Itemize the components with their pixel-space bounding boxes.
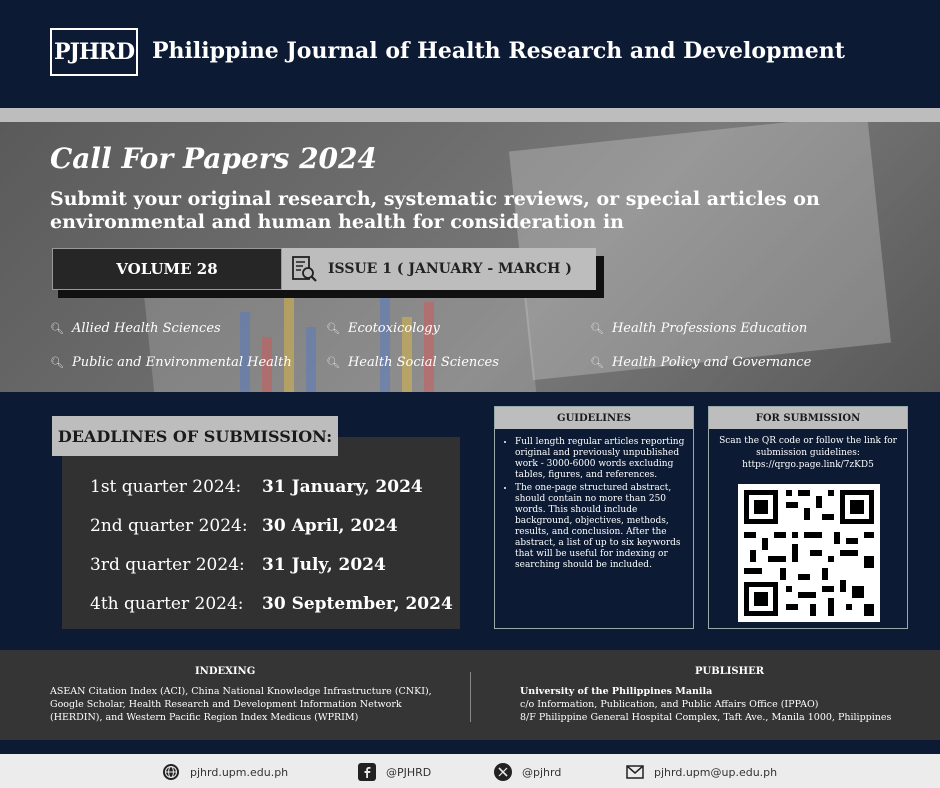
facebook-text: @PJHRD bbox=[386, 765, 432, 779]
x-twitter-icon bbox=[494, 763, 512, 781]
guideline-item: Full length regular articles reporting o… bbox=[515, 437, 685, 481]
issue-text: ISSUE 1 ( JANUARY - MARCH ) bbox=[328, 261, 572, 277]
deadline-quarter: 4th quarter 2024: bbox=[90, 594, 244, 614]
topic-item: 🔍︎ Allied Health Sciences bbox=[50, 321, 221, 336]
issue-label: ISSUE 1 ( JANUARY - MARCH ) bbox=[282, 248, 596, 290]
submission-heading: FOR SUBMISSION bbox=[709, 407, 907, 429]
contact-bar: pjhrd.upm.edu.ph @PJHRD @pjhrd pjhrd.upm… bbox=[0, 754, 940, 788]
qr-code[interactable] bbox=[738, 484, 880, 622]
twitter-text: @pjhrd bbox=[522, 765, 562, 779]
journal-logo: PJHRD bbox=[50, 28, 138, 76]
website-contact[interactable]: pjhrd.upm.edu.ph bbox=[162, 763, 288, 781]
facebook-icon bbox=[358, 763, 376, 781]
magnifier-icon: 🔍︎ bbox=[50, 356, 64, 369]
journal-title: Philippine Journal of Health Research an… bbox=[152, 38, 845, 64]
deadline-date: 30 April, 2024 bbox=[262, 516, 398, 536]
background-bar-decoration bbox=[380, 282, 390, 392]
guidelines-box: GUIDELINES Full length regular articles … bbox=[494, 406, 694, 629]
submission-link[interactable]: https://qrgo.page.link/7zKD5 bbox=[715, 459, 901, 471]
globe-icon bbox=[162, 763, 180, 781]
hero-banner: Call For Papers 2024 Submit your origina… bbox=[0, 122, 940, 392]
deadlines-heading: DEADLINES OF SUBMISSION: bbox=[52, 416, 338, 456]
divider-strip bbox=[0, 108, 940, 122]
call-for-papers-subtitle: Submit your original research, systemati… bbox=[50, 188, 820, 233]
topic-item: 🔍︎ Ecotoxicology bbox=[326, 321, 440, 336]
publisher-heading: PUBLISHER bbox=[695, 666, 765, 677]
info-band: INDEXING ASEAN Citation Index (ACI), Chi… bbox=[0, 650, 940, 740]
topic-item: 🔍︎ Public and Environmental Health bbox=[50, 355, 292, 370]
header: PJHRD Philippine Journal of Health Resea… bbox=[0, 0, 940, 108]
deadline-quarter: 1st quarter 2024: bbox=[90, 477, 242, 497]
call-for-papers-title: Call For Papers 2024 bbox=[50, 142, 378, 175]
magnifier-icon: 🔍︎ bbox=[590, 356, 604, 369]
publisher-name: University of the Philippines Manila bbox=[520, 686, 713, 697]
facebook-contact[interactable]: @PJHRD bbox=[358, 763, 431, 781]
deadlines-panel: 1st quarter 2024: 31 January, 2024 2nd q… bbox=[62, 437, 460, 629]
qr-code-image bbox=[744, 490, 874, 616]
publisher-text: University of the Philippines Manila c/o… bbox=[520, 685, 920, 724]
email-contact[interactable]: pjhrd.upm@up.edu.ph bbox=[626, 763, 777, 781]
guidelines-list: Full length regular articles reporting o… bbox=[515, 437, 685, 571]
magnifier-icon: 🔍︎ bbox=[326, 322, 340, 335]
magnifier-icon: 🔍︎ bbox=[326, 356, 340, 369]
deadline-date: 31 January, 2024 bbox=[262, 477, 423, 497]
magnifier-icon: 🔍︎ bbox=[50, 322, 64, 335]
contact-gap bbox=[0, 740, 940, 754]
background-bar-decoration bbox=[424, 302, 434, 392]
indexing-text: ASEAN Citation Index (ACI), China Nation… bbox=[50, 686, 432, 723]
deadline-date: 30 September, 2024 bbox=[262, 594, 453, 614]
background-bar-decoration bbox=[306, 327, 316, 392]
background-bar-decoration bbox=[284, 297, 294, 392]
indexing-heading: INDEXING bbox=[195, 666, 256, 677]
deadline-quarter: 3rd quarter 2024: bbox=[90, 555, 245, 575]
background-bar-decoration bbox=[240, 312, 250, 392]
publisher-line: 8/F Philippine General Hospital Complex,… bbox=[520, 712, 892, 723]
document-search-icon bbox=[292, 256, 317, 282]
website-text: pjhrd.upm.edu.ph bbox=[190, 765, 289, 779]
mail-icon bbox=[626, 763, 644, 781]
deadline-quarter: 2nd quarter 2024: bbox=[90, 516, 248, 536]
publisher-line: c/o Information, Publication, and Public… bbox=[520, 699, 819, 710]
email-text: pjhrd.upm@up.edu.ph bbox=[654, 765, 778, 779]
volume-label: VOLUME 28 bbox=[52, 248, 282, 290]
middle-section: 1st quarter 2024: 31 January, 2024 2nd q… bbox=[0, 392, 940, 650]
topic-item: 🔍︎ Health Policy and Governance bbox=[590, 355, 812, 370]
topic-item: 🔍︎ Health Social Sciences bbox=[326, 355, 499, 370]
guidelines-heading: GUIDELINES bbox=[495, 407, 693, 429]
submission-box: FOR SUBMISSION Scan the QR code or follo… bbox=[708, 406, 908, 629]
deadline-date: 31 July, 2024 bbox=[262, 555, 386, 575]
twitter-contact[interactable]: @pjhrd bbox=[494, 763, 561, 781]
vertical-divider bbox=[470, 672, 471, 722]
guideline-item: The one-page structured abstract, should… bbox=[515, 483, 685, 571]
submission-instructions: Scan the QR code or follow the link for … bbox=[709, 429, 907, 471]
topic-item: 🔍︎ Health Professions Education bbox=[590, 321, 808, 336]
magnifier-icon: 🔍︎ bbox=[590, 322, 604, 335]
